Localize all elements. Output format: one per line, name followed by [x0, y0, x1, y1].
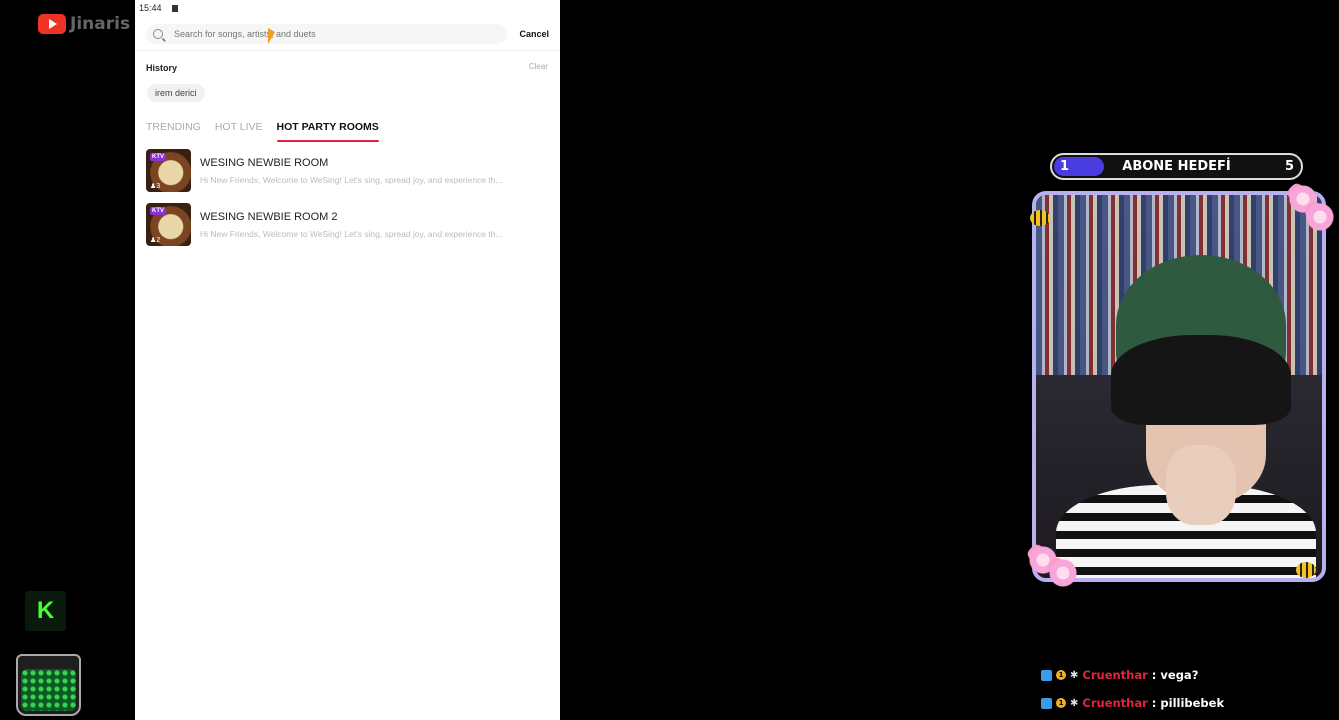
tab-hot-party-rooms[interactable]: HOT PARTY ROOMS [276, 121, 380, 142]
room-member-count: ♟2 [150, 237, 161, 244]
history-title: History [146, 63, 178, 73]
room-text: WESING NEWBIE ROOM Hi New Friends, Welco… [200, 157, 545, 185]
tab-hot-live[interactable]: HOT LIVE [215, 121, 263, 142]
channel-name: Jinaris [70, 14, 131, 34]
room-title: WESING NEWBIE ROOM [200, 156, 329, 169]
status-bar: 15:44 [135, 0, 560, 16]
hand [1166, 445, 1236, 525]
chat-message: 1 ✱ Cruenthar: pillibebek [1041, 696, 1224, 710]
room-thumbnail: KTV ♟3 [146, 149, 191, 192]
list-item[interactable]: KTV ♟2 WESING NEWBIE ROOM 2 Hi New Frien… [146, 203, 549, 246]
subscriber-goal-bar: 1 ABONE HEDEFİ 5 [1050, 153, 1303, 180]
history-chip[interactable]: irem derici [147, 84, 205, 102]
chat-username: Cruenthar [1082, 696, 1148, 710]
streamer [1056, 255, 1316, 578]
youtube-icon [38, 14, 66, 34]
ktv-badge: KTV [150, 207, 166, 215]
black-cap [1111, 335, 1291, 425]
level-badge: 1 [1056, 670, 1066, 680]
room-description: Hi New Friends, Welcome to WeSing! Let's… [200, 174, 503, 185]
search-icon [153, 29, 163, 39]
goal-target: 5 [1284, 159, 1294, 174]
search-row: Cancel [146, 24, 549, 44]
chat-overlay: 1 ✱ Cruenthar: vega? 1 ✱ Cruenthar: pill… [1041, 668, 1224, 720]
ktv-badge: KTV [150, 153, 166, 161]
clear-history-button[interactable]: Clear [529, 62, 548, 71]
status-time: 15:44 [139, 3, 162, 13]
subscriber-badge-icon [1041, 697, 1052, 709]
bee-icon [1296, 562, 1316, 578]
room-member-count: ♟3 [150, 183, 161, 190]
jar-contents [21, 669, 76, 711]
phone-screen: 15:44 Cancel History Clear irem derici T… [135, 0, 560, 720]
jar-widget [16, 654, 81, 716]
flower-icon [1046, 556, 1080, 590]
chat-username: Cruenthar [1082, 668, 1148, 682]
search-box[interactable] [146, 24, 507, 44]
room-text: WESING NEWBIE ROOM 2 Hi New Friends, Wel… [200, 211, 545, 239]
level-badge: 1 [1056, 698, 1066, 708]
room-description: Hi New Friends, Welcome to WeSing! Let's… [200, 228, 503, 239]
screen: Jinaris 15:44 Cancel History Clear irem … [0, 0, 1339, 720]
flower-icon [1303, 200, 1337, 234]
star-icon: ✱ [1070, 697, 1079, 709]
tab-bar: TRENDING HOT LIVE HOT PARTY ROOMS [146, 121, 380, 142]
chat-text: : pillibebek [1151, 696, 1225, 710]
room-title: WESING NEWBIE ROOM 2 [200, 210, 338, 223]
mouse-cursor-icon [268, 27, 275, 49]
goal-label: ABONE HEDEFİ [1122, 159, 1231, 174]
chat-message: 1 ✱ Cruenthar: vega? [1041, 668, 1224, 682]
room-thumbnail: KTV ♟2 [146, 203, 191, 246]
bee-icon [1030, 210, 1050, 226]
list-item[interactable]: KTV ♟3 WESING NEWBIE ROOM Hi New Friends… [146, 149, 549, 192]
cancel-button[interactable]: Cancel [519, 29, 549, 39]
search-input[interactable] [174, 29, 474, 39]
webcam-frame [1032, 191, 1326, 582]
divider [135, 50, 560, 51]
star-icon: ✱ [1070, 669, 1079, 681]
kick-icon: K [25, 591, 66, 631]
channel-brand: Jinaris [38, 14, 130, 34]
subscriber-badge-icon [1041, 669, 1052, 681]
tab-trending[interactable]: TRENDING [146, 121, 201, 142]
chat-text: : vega? [1151, 668, 1199, 682]
notification-icon [171, 4, 178, 12]
